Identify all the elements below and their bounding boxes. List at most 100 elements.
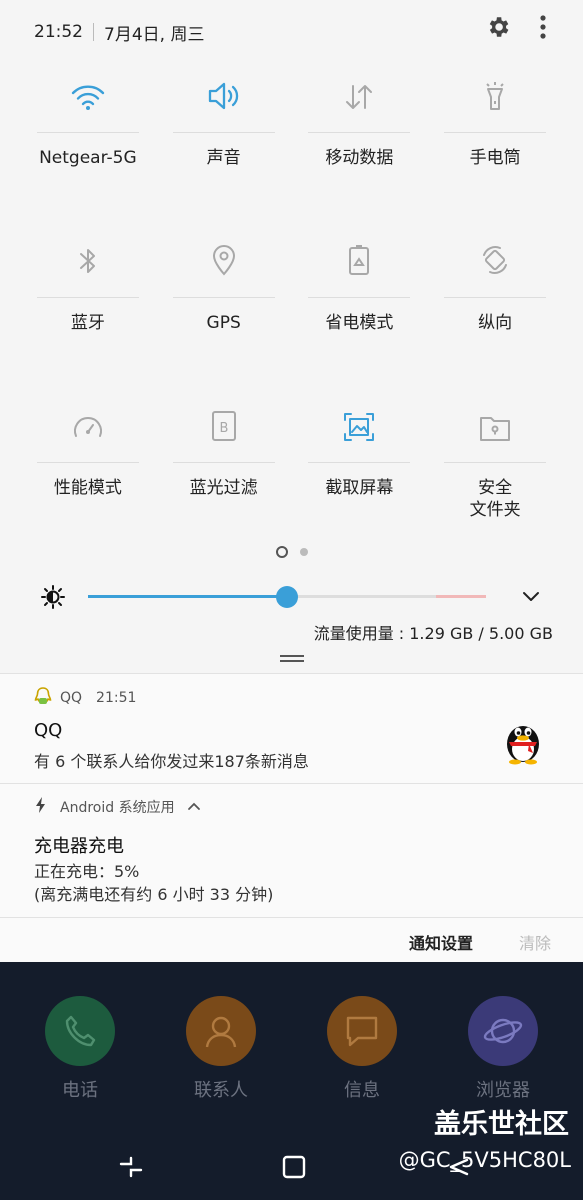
tile-row: 性能模式 B 蓝光过滤 截取屏幕 安全 文件夹 xyxy=(20,394,563,559)
chevron-down-icon[interactable] xyxy=(520,585,542,611)
tile-divider xyxy=(308,462,411,463)
app-label: 电话 xyxy=(62,1080,98,1101)
phone-icon xyxy=(45,996,115,1066)
tile-divider xyxy=(36,297,139,298)
brightness-slider-thumb[interactable] xyxy=(276,586,298,608)
tile-divider xyxy=(308,297,411,298)
tile-sound[interactable]: 声音 xyxy=(156,64,292,229)
tile-flashlight[interactable]: 手电筒 xyxy=(427,64,563,229)
app-label: 浏览器 xyxy=(476,1080,530,1101)
screenshot-icon xyxy=(343,412,375,446)
tile-screenshot[interactable]: 截取屏幕 xyxy=(292,394,428,559)
tile-divider xyxy=(36,132,139,133)
notification-header: Android 系统应用 xyxy=(34,796,201,818)
tile-divider xyxy=(444,462,547,463)
notification-actions: 通知设置 清除 xyxy=(0,917,583,962)
brightness-fill xyxy=(88,595,287,598)
gauge-icon xyxy=(71,412,105,446)
chevron-up-icon[interactable] xyxy=(187,799,201,815)
tile-gps[interactable]: GPS xyxy=(156,229,292,394)
dock-app-phone[interactable]: 电话 xyxy=(25,996,135,1102)
data-usage-text: 流量使用量 : 1.29 GB / 5.00 GB xyxy=(313,624,553,643)
app-label: 联系人 xyxy=(194,1080,248,1101)
page-dot[interactable] xyxy=(299,548,308,556)
notification-app-name: QQ xyxy=(60,690,83,706)
status-divider xyxy=(93,23,94,41)
notification-header: QQ 21:51 xyxy=(34,686,136,710)
page-indicator xyxy=(0,546,583,558)
speaker-icon xyxy=(206,80,242,116)
tile-label: Netgear-5G xyxy=(39,148,137,168)
tile-label: 声音 xyxy=(206,148,241,168)
location-icon xyxy=(210,243,238,281)
tile-wifi[interactable]: Netgear-5G xyxy=(20,64,156,229)
quick-settings-panel: Netgear-5G 声音 移动数据 手电筒 蓝牙 GPS 省电模式 纵向 性能… xyxy=(20,64,563,559)
tile-label: 安全 文件夹 xyxy=(470,477,521,521)
dock-app-browser[interactable]: 浏览器 xyxy=(448,996,558,1102)
tile-divider xyxy=(172,132,275,133)
clear-button[interactable]: 清除 xyxy=(519,930,551,954)
tile-divider xyxy=(308,132,411,133)
tile-divider xyxy=(172,462,275,463)
dock-app-messages[interactable]: 信息 xyxy=(307,996,417,1102)
rotate-icon xyxy=(478,243,512,281)
tile-performance-mode[interactable]: 性能模式 xyxy=(20,394,156,559)
date: 7月4日, 周三 xyxy=(104,24,205,45)
brightness-icon[interactable] xyxy=(40,584,66,614)
notification-qq[interactable]: QQ 21:51 QQ 有 6 个联系人给你发过来187条新消息 xyxy=(0,673,583,783)
clock: 21:52 xyxy=(34,22,83,42)
blue-light-filter-icon: B xyxy=(211,410,237,446)
battery-saver-icon xyxy=(346,243,372,281)
tile-label: 蓝牙 xyxy=(70,313,105,333)
contacts-icon xyxy=(186,996,256,1066)
qq-penguin-icon xyxy=(501,716,545,770)
tile-power-saving[interactable]: 省电模式 xyxy=(292,229,428,394)
notification-text: 有 6 个联系人给你发过来187条新消息 xyxy=(34,752,309,771)
tile-label: 纵向 xyxy=(478,313,513,333)
secure-folder-icon xyxy=(479,414,511,446)
home-button-icon[interactable] xyxy=(281,1154,307,1184)
tile-label: 移动数据 xyxy=(325,148,394,168)
page-dot-active[interactable] xyxy=(275,546,288,558)
tile-secure-folder[interactable]: 安全 文件夹 xyxy=(427,394,563,559)
tile-label: 蓝光过滤 xyxy=(189,478,258,498)
watermark-title: 盖乐世社区 xyxy=(434,1109,569,1140)
bluetooth-icon xyxy=(76,245,100,281)
tile-divider xyxy=(36,462,139,463)
tile-orientation[interactable]: 纵向 xyxy=(427,229,563,394)
mobile-data-icon xyxy=(342,82,376,116)
qq-small-icon xyxy=(34,686,52,710)
tile-divider xyxy=(444,297,547,298)
tile-mobile-data[interactable]: 移动数据 xyxy=(292,64,428,229)
tile-label: 手电筒 xyxy=(469,148,521,168)
lightning-icon xyxy=(34,796,48,818)
more-options-icon[interactable] xyxy=(539,14,547,45)
notification-settings-button[interactable]: 通知设置 xyxy=(409,930,473,954)
tile-label: 省电模式 xyxy=(325,313,394,333)
svg-text:B: B xyxy=(219,421,228,436)
status-bar: 21:52 7月4日, 周三 xyxy=(0,0,583,64)
tile-row: 蓝牙 GPS 省电模式 纵向 xyxy=(20,229,563,394)
notification-title: QQ xyxy=(34,720,63,741)
tile-row: Netgear-5G 声音 移动数据 手电筒 xyxy=(20,64,563,229)
browser-icon xyxy=(468,996,538,1066)
tile-label-text: 安全 文件夹 xyxy=(469,478,521,520)
gear-icon[interactable] xyxy=(485,14,511,45)
notification-charging[interactable]: Android 系统应用 充电器充电 正在充电：5% (离充满电还有约 6 小时… xyxy=(0,783,583,917)
dock-app-contacts[interactable]: 联系人 xyxy=(166,996,276,1102)
tile-label: GPS xyxy=(206,313,241,333)
tile-divider xyxy=(444,132,547,133)
notification-title: 充电器充电 xyxy=(34,836,124,857)
tile-divider xyxy=(172,297,275,298)
brightness-high-zone xyxy=(436,595,486,598)
notification-text-line2: (离充满电还有约 6 小时 33 分钟) xyxy=(34,885,274,904)
notification-app-name: Android 系统应用 xyxy=(60,800,175,816)
tile-blue-light-filter[interactable]: B 蓝光过滤 xyxy=(156,394,292,559)
tile-label: 性能模式 xyxy=(53,478,122,498)
messages-icon xyxy=(327,996,397,1066)
recent-apps-icon[interactable] xyxy=(118,1154,144,1184)
notification-time: 21:51 xyxy=(96,690,137,706)
drag-handle[interactable] xyxy=(280,655,304,665)
tile-bluetooth[interactable]: 蓝牙 xyxy=(20,229,156,394)
notification-text-line1: 正在充电：5% xyxy=(34,862,140,881)
